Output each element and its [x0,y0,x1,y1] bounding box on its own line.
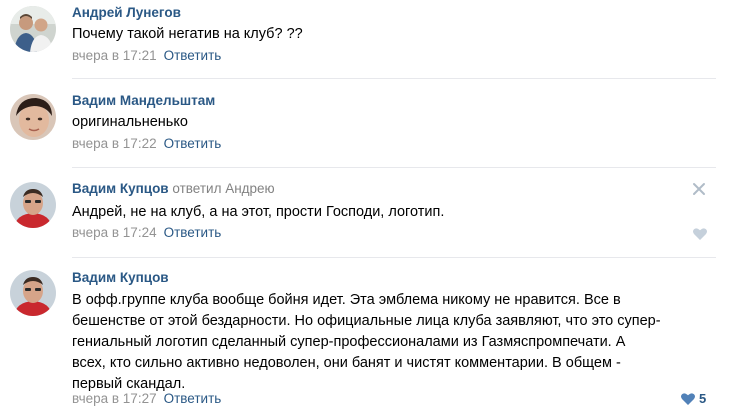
comment-meta: вчера в 17:22 Ответить [72,136,221,151]
comment-text: Андрей, не на клуб, а на этот, прости Го… [72,204,445,220]
avatar[interactable] [10,6,56,52]
like-count[interactable]: 5 [699,391,706,406]
comment-time[interactable]: вчера в 17:27 [72,391,157,406]
author-line: Андрей Лунегов [72,5,181,20]
avatar-red-shirt-photo [10,270,56,316]
comment-time[interactable]: вчера в 17:21 [72,48,157,63]
avatar[interactable] [10,182,56,228]
comment-meta: вчера в 17:24 Ответить [72,225,221,240]
avatar-red-shirt-photo [10,182,56,228]
reply-button[interactable]: Ответить [164,391,222,406]
close-icon[interactable] [691,181,707,197]
reply-button[interactable]: Ответить [164,136,222,151]
divider [72,257,716,258]
divider [72,78,716,79]
comment-text-line: гениальный логотип сделанный супер-профе… [72,334,626,350]
divider [72,167,716,168]
comment-text: В офф.группе клуба вообще бойня идет. Эт… [72,290,712,395]
comment-text-line: всех, кто сильно активно недоволен, они … [72,355,621,371]
comment-text-line: бешенстве от этой бездарности. Но официа… [72,313,661,329]
author-name[interactable]: Вадим Мандельштам [72,93,215,108]
avatar-two-men-photo [10,6,56,52]
author-name[interactable]: Вадим Купцов [72,270,169,285]
comment-time[interactable]: вчера в 17:22 [72,136,157,151]
comment-text: оригинальненько [72,114,188,130]
comment-meta: вчера в 17:21 Ответить [72,48,221,63]
author-line: Вадим Мандельштам [72,93,215,108]
author-line: Вадим Купцов ответил Андрею [72,181,275,196]
comment-text-line: В офф.группе клуба вообще бойня идет. Эт… [72,292,621,308]
comment-text: Почему такой негатив на клуб? ?? [72,26,303,42]
avatar[interactable] [10,94,56,140]
author-name[interactable]: Андрей Лунегов [72,5,181,20]
avatar-face-photo [10,94,56,140]
replied-to[interactable]: ответил Андрею [172,181,274,196]
heart-icon[interactable] [692,227,708,241]
reply-button[interactable]: Ответить [164,225,222,240]
author-line: Вадим Купцов [72,270,169,285]
author-name[interactable]: Вадим Купцов [72,181,169,196]
reply-button[interactable]: Ответить [164,48,222,63]
heart-icon[interactable] [680,392,696,406]
avatar[interactable] [10,270,56,316]
comment-time[interactable]: вчера в 17:24 [72,225,157,240]
comment-meta: вчера в 17:27 Ответить [72,391,221,406]
